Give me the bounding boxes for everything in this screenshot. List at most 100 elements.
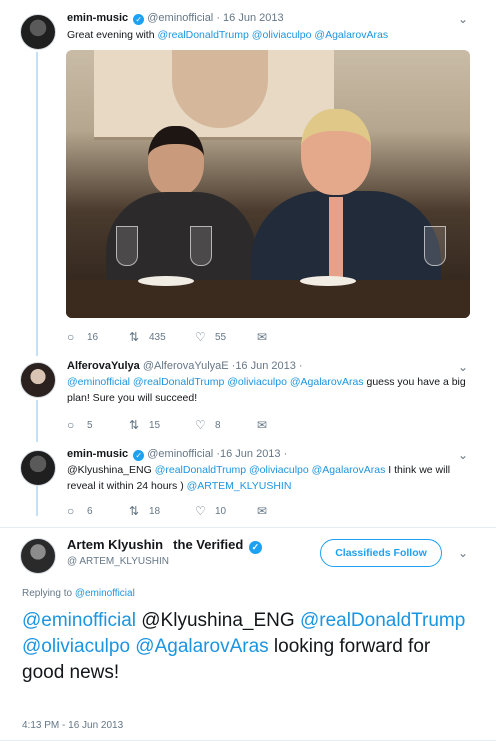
reply-count: 5 bbox=[87, 419, 93, 431]
retweet-icon: ⇅ bbox=[129, 504, 140, 518]
mention-link[interactable]: @AgalarovAras bbox=[312, 464, 386, 476]
photo-table bbox=[66, 280, 470, 318]
like-button[interactable]: ♡ 10 bbox=[195, 504, 257, 518]
photo-glass bbox=[190, 226, 212, 266]
replying-to: Replying to @eminofficial bbox=[22, 588, 135, 599]
tweet-text: @eminofficial @realDonaldTrump @oliviacu… bbox=[67, 374, 477, 406]
tweet-text: @Klyushina_ENG @realDonaldTrump @oliviac… bbox=[67, 462, 477, 494]
author-handle[interactable]: @eminofficial bbox=[147, 12, 213, 24]
mention-link[interactable]: @realDonaldTrump bbox=[157, 29, 248, 41]
chevron-down-icon[interactable]: ⌄ bbox=[458, 360, 468, 374]
mention-link[interactable]: @eminofficial bbox=[75, 588, 135, 599]
mention-link[interactable]: @oliviaculpo bbox=[249, 464, 309, 476]
tweet-date[interactable]: ·16 Jun 2013 · bbox=[216, 448, 287, 460]
mention-link[interactable]: @AgalarovAras bbox=[290, 376, 364, 388]
chevron-down-icon[interactable]: ⌄ bbox=[458, 546, 468, 560]
reply-button[interactable]: ○ 5 bbox=[67, 418, 129, 432]
dm-button[interactable]: ✉ bbox=[257, 418, 319, 432]
tweet-header: AlferovaYulya @AlferovaYulyaE ·16 Jun 20… bbox=[67, 360, 303, 372]
chevron-down-icon[interactable]: ⌄ bbox=[458, 448, 468, 462]
tweet-photo[interactable] bbox=[66, 50, 470, 318]
mention-link[interactable]: @AgalarovAras bbox=[314, 29, 388, 41]
tweet-actions: ○ 16 ⇅ 435 ♡ 55 ✉ bbox=[67, 330, 319, 344]
verified-badge-icon: ✓ bbox=[133, 14, 145, 25]
reply-button[interactable]: ○ 16 bbox=[67, 330, 129, 344]
divider bbox=[0, 527, 496, 528]
mention-link[interactable]: @oliviaculpo bbox=[227, 376, 287, 388]
like-button[interactable]: ♡ 55 bbox=[195, 330, 257, 344]
retweet-count: 18 bbox=[149, 505, 161, 517]
retweet-icon: ⇅ bbox=[129, 418, 140, 432]
reply-icon: ○ bbox=[67, 330, 75, 344]
tweet-date[interactable]: · 16 Jun 2013 bbox=[216, 12, 283, 24]
photo-plate bbox=[300, 276, 356, 286]
replying-prefix: Replying to bbox=[22, 588, 75, 599]
avatar[interactable] bbox=[20, 14, 56, 50]
tweet-1[interactable]: emin-music ✓ @eminofficial · 16 Jun 2013… bbox=[0, 0, 496, 352]
mention-link[interactable]: @ARTEM_KLYUSHIN bbox=[187, 480, 292, 492]
heart-icon: ♡ bbox=[195, 418, 206, 432]
tweet-header: emin-music ✓ @eminofficial ·16 Jun 2013 … bbox=[67, 448, 287, 461]
reply-button[interactable]: ○ 6 bbox=[67, 504, 129, 518]
envelope-icon: ✉ bbox=[257, 330, 268, 344]
avatar[interactable] bbox=[20, 450, 56, 486]
heart-icon: ♡ bbox=[195, 330, 206, 344]
heart-icon: ♡ bbox=[195, 504, 206, 518]
tweet-2[interactable]: AlferovaYulya @AlferovaYulyaE ·16 Jun 20… bbox=[0, 352, 496, 440]
author-handle[interactable]: @eminofficial bbox=[147, 448, 213, 460]
tweet-actions: ○ 6 ⇅ 18 ♡ 10 ✉ bbox=[67, 504, 319, 518]
retweet-icon: ⇅ bbox=[129, 330, 140, 344]
main-author-handle[interactable]: @ ARTEM_KLYUSHIN bbox=[67, 556, 169, 567]
text-segment: @Klyushina_ENG bbox=[135, 610, 300, 631]
mention-link[interactable]: @realDonaldTrump bbox=[133, 376, 224, 388]
follow-button[interactable]: Classifieds Follow bbox=[320, 539, 442, 567]
verified-badge-icon: ✓ bbox=[133, 450, 145, 461]
tweet-actions: ○ 5 ⇅ 15 ♡ 8 ✉ bbox=[67, 418, 319, 432]
mention-link[interactable]: @realDonaldTrump bbox=[300, 610, 465, 631]
tweet-3[interactable]: emin-music ✓ @eminofficial ·16 Jun 2013 … bbox=[0, 440, 496, 528]
retweet-button[interactable]: ⇅ 435 bbox=[129, 330, 195, 344]
divider bbox=[0, 740, 496, 741]
mention-link[interactable]: @realDonaldTrump bbox=[155, 464, 246, 476]
main-author-name-text: Artem Klyushin the Verified bbox=[67, 537, 244, 552]
tweet-header: emin-music ✓ @eminofficial · 16 Jun 2013 bbox=[67, 12, 284, 25]
reply-icon: ○ bbox=[67, 504, 75, 518]
mention-link[interactable]: @AgalarovAras bbox=[135, 636, 268, 657]
main-tweet-text: @eminofficial @Klyushina_ENG @realDonald… bbox=[22, 608, 472, 686]
reply-count: 16 bbox=[87, 331, 99, 343]
tweet-date[interactable]: ·16 Jun 2013 · bbox=[232, 360, 303, 372]
author-name[interactable]: AlferovaYulya bbox=[67, 360, 140, 372]
chevron-down-icon[interactable]: ⌄ bbox=[458, 12, 468, 26]
like-count: 55 bbox=[215, 331, 227, 343]
main-timestamp[interactable]: 4:13 PM - 16 Jun 2013 bbox=[22, 720, 123, 731]
reply-icon: ○ bbox=[67, 418, 75, 432]
like-count: 10 bbox=[215, 505, 227, 517]
text-segment: Great evening with bbox=[67, 29, 158, 41]
author-name[interactable]: emin-music bbox=[67, 448, 128, 460]
photo-glass bbox=[424, 226, 446, 266]
photo-glass bbox=[116, 226, 138, 266]
mention-link[interactable]: @oliviaculpo bbox=[22, 636, 130, 657]
retweet-count: 435 bbox=[149, 331, 166, 343]
mention-link[interactable]: @eminofficial bbox=[22, 610, 136, 631]
reply-count: 6 bbox=[87, 505, 93, 517]
like-button[interactable]: ♡ 8 bbox=[195, 418, 257, 432]
retweet-button[interactable]: ⇅ 18 bbox=[129, 504, 195, 518]
envelope-icon: ✉ bbox=[257, 418, 268, 432]
avatar[interactable] bbox=[20, 538, 56, 574]
like-count: 8 bbox=[215, 419, 221, 431]
text-segment: @Klyushina_ENG bbox=[67, 464, 155, 476]
photo-plate bbox=[138, 276, 194, 286]
mention-link[interactable]: @oliviaculpo bbox=[252, 29, 312, 41]
author-name[interactable]: emin-music bbox=[67, 12, 128, 24]
dm-button[interactable]: ✉ bbox=[257, 504, 319, 518]
envelope-icon: ✉ bbox=[257, 504, 268, 518]
author-handle[interactable]: @AlferovaYulyaE bbox=[143, 360, 229, 372]
tweet-text: Great evening with @realDonaldTrump @oli… bbox=[67, 27, 477, 43]
mention-link[interactable]: @eminofficial bbox=[67, 376, 130, 388]
dm-button[interactable]: ✉ bbox=[257, 330, 319, 344]
retweet-button[interactable]: ⇅ 15 bbox=[129, 418, 195, 432]
avatar[interactable] bbox=[20, 362, 56, 398]
verified-badge-icon: ✓ bbox=[248, 541, 262, 554]
main-author-name[interactable]: Artem Klyushin the Verified ✓ bbox=[67, 537, 262, 554]
